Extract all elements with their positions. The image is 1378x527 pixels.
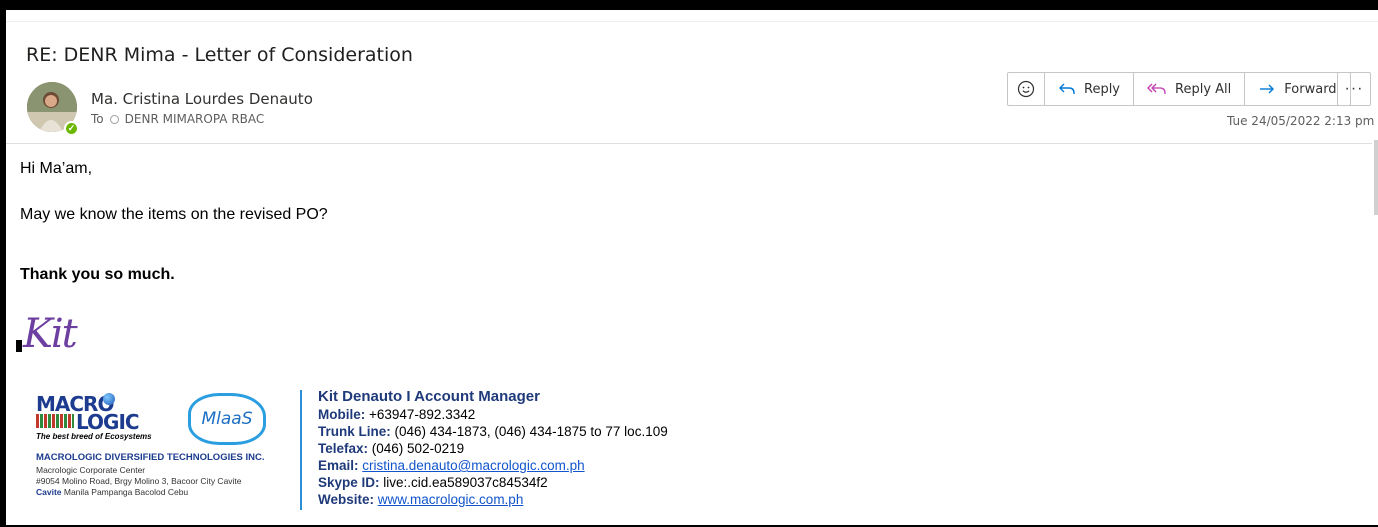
handwritten-name: Kit — [23, 311, 78, 357]
window-left-border — [0, 10, 6, 527]
address-line-2: #9054 Molino Road, Brgy Molino 3, Bacoor… — [36, 476, 242, 486]
to-label: To — [91, 112, 104, 126]
email-label: Email: — [318, 458, 359, 473]
email-timestamp: Tue 24/05/2022 2:13 pm — [1227, 114, 1375, 128]
signature-website: Website: www.macrologic.com.ph — [318, 491, 668, 508]
trunk-label: Trunk Line: — [318, 424, 391, 439]
signature-trunk: Trunk Line: (046) 434-1873, (046) 434-18… — [318, 423, 668, 440]
sender-name[interactable]: Ma. Cristina Lourdes Denauto — [91, 90, 313, 108]
reply-button[interactable]: Reply — [1045, 73, 1135, 105]
skype-label: Skype ID: — [318, 475, 380, 490]
company-logo-block: MACRO LOGIC The best breed of Ecosystems… — [36, 388, 286, 518]
reply-arrow-icon — [1059, 83, 1075, 94]
smiley-icon — [1017, 80, 1035, 98]
signature-skype: Skype ID: live:.cid.ea589037c84534f2 — [318, 474, 668, 491]
email-subject: RE: DENR Mima - Letter of Consideration — [26, 44, 413, 66]
signature-telefax: Telefax: (046) 502-0219 — [318, 440, 668, 457]
mobile-label: Mobile: — [318, 407, 366, 422]
recipient-status-icon — [109, 114, 119, 124]
reaction-button[interactable] — [1008, 73, 1045, 105]
website-label: Website: — [318, 492, 375, 507]
company-name: MACROLOGIC DIVERSIFIED TECHNOLOGIES INC. — [36, 452, 265, 463]
signature-divider — [300, 390, 302, 510]
logic-logo-text: LOGIC — [76, 410, 140, 434]
website-link[interactable]: www.macrologic.com.ph — [378, 492, 524, 507]
message-actions: Reply Reply All Forward — [1007, 72, 1351, 106]
email-link[interactable]: cristina.denauto@macrologic.com.ph — [362, 458, 584, 473]
email-thanks: Thank you so much. — [20, 266, 175, 283]
recipient-name[interactable]: DENR MIMAROPA RBAC — [125, 112, 265, 126]
signature-mark — [16, 340, 22, 352]
forward-label: Forward — [1284, 81, 1337, 97]
logo-tagline: The best breed of Ecosystems — [36, 432, 152, 441]
address-line-1: Macrologic Corporate Center — [36, 465, 146, 475]
handwritten-signature: Kit — [16, 306, 78, 357]
reply-label: Reply — [1084, 81, 1121, 97]
header-divider — [6, 143, 1372, 144]
scrollbar-thumb[interactable] — [1374, 140, 1378, 215]
forward-arrow-icon — [1260, 84, 1275, 94]
signature-email: Email: cristina.denauto@macrologic.com.p… — [318, 457, 668, 474]
email-question: May we know the items on the revised PO? — [20, 206, 328, 223]
window-top-border — [0, 0, 1378, 10]
branch-list: Cavite Manila Pampanga Bacolod Cebu — [36, 487, 188, 497]
top-strip — [0, 10, 1378, 22]
recipient-line: To DENR MIMAROPA RBAC — [91, 112, 264, 126]
more-options-icon[interactable]: ··· — [1337, 72, 1371, 106]
reply-all-label: Reply All — [1175, 81, 1232, 97]
logo-grid-mark — [36, 414, 74, 428]
telefax-label: Telefax: — [318, 441, 369, 456]
email-greeting: Hi Ma’am, — [20, 160, 93, 177]
presence-available-icon: ✓ — [64, 121, 79, 136]
mlaas-cloud-logo: MlaaS — [188, 393, 266, 445]
branch-rest: Manila Pampanga Bacolod Cebu — [61, 487, 189, 497]
trunk-value: (046) 434-1873, (046) 434-1875 to 77 loc… — [390, 424, 668, 439]
mobile-value: +63947-892.3342 — [365, 407, 476, 422]
globe-logo-icon — [103, 393, 115, 405]
forward-button[interactable]: Forward — [1245, 73, 1349, 105]
signature-block: Kit Denauto I Account Manager Mobile: +6… — [318, 388, 668, 508]
reply-all-button[interactable]: Reply All — [1134, 73, 1246, 105]
reply-all-arrow-icon — [1147, 83, 1166, 94]
telefax-value: (046) 502-0219 — [368, 441, 465, 456]
branch-first: Cavite — [36, 487, 62, 497]
skype-value: live:.cid.ea589037c84534f2 — [379, 475, 548, 490]
signature-name: Kit Denauto I Account Manager — [318, 388, 540, 405]
signature-mobile: Mobile: +63947-892.3342 — [318, 406, 668, 423]
